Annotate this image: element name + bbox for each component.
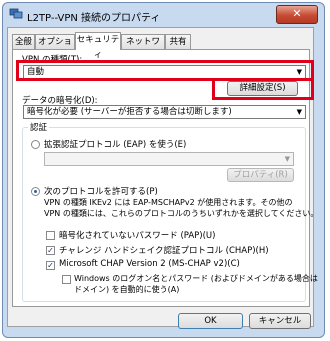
chap-checkbox-label: チャレンジ ハンドシェイク認証プロトコル (CHAP)(H) — [59, 246, 269, 256]
ok-button[interactable]: OK — [178, 313, 243, 329]
windows-logon-label-line1: Windows のログオン名とパスワード (およびドメインがある場合は — [74, 274, 318, 283]
encryption-value: 暗号化が必要 (サーバーが拒否する場合は切断します) — [27, 107, 232, 117]
mschapv2-checkbox-label: Microsoft CHAP Version 2 (MS-CHAP v2)(C) — [59, 259, 240, 269]
eap-properties-button[interactable]: プロパティ(R) — [227, 168, 294, 182]
window-title: L2TP--VPN 接続のプロパティ — [27, 13, 161, 24]
tab-security[interactable]: セキュリティ — [75, 32, 121, 60]
tab-sharing[interactable]: 共有 — [165, 34, 191, 49]
close-button[interactable]: ✕ — [276, 5, 318, 24]
tab-network[interactable]: ネットワーク — [121, 34, 165, 62]
authentication-group-label: 認証 — [28, 121, 50, 133]
allow-protocols-radio[interactable] — [31, 187, 40, 196]
chevron-down-icon: ▼ — [296, 108, 302, 116]
eap-method-dropdown[interactable]: ▼ — [44, 152, 294, 166]
allow-protocols-label: 次のプロトコルを許可する(P) — [44, 187, 158, 197]
windows-logon-checkbox[interactable] — [62, 275, 71, 284]
highlight-box-advanced — [212, 78, 314, 100]
tab-general[interactable]: 全般 — [12, 34, 35, 49]
allow-protocols-description-line2: VPN の種類には、これらのプロトコルのうちいずれかを選択してください。 — [44, 209, 319, 218]
encryption-dropdown[interactable]: 暗号化が必要 (サーバーが拒否する場合は切断します) ▼ — [23, 105, 306, 119]
allow-protocols-description-line1: VPN の種類 IKEv2 には EAP-MSCHAPv2 が使用されます。その… — [44, 198, 293, 207]
cancel-button[interactable]: キャンセル — [249, 313, 311, 329]
eap-radio-label: 拡張認証プロトコル (EAP) を使う(E) — [44, 140, 187, 150]
pap-checkbox-label: 暗号化されていないパスワード (PAP)(U) — [59, 231, 216, 241]
mschapv2-checkbox[interactable]: ✓ — [46, 261, 55, 270]
eap-radio[interactable] — [31, 140, 40, 149]
chevron-down-icon: ▼ — [284, 155, 290, 163]
windows-logon-label-line2: ドメイン) を自動的に使う(A) — [74, 285, 180, 294]
network-connection-icon — [9, 8, 23, 19]
tab-options[interactable]: オプション — [35, 34, 75, 62]
chap-checkbox[interactable]: ✓ — [46, 246, 55, 255]
pap-checkbox[interactable] — [46, 231, 55, 240]
